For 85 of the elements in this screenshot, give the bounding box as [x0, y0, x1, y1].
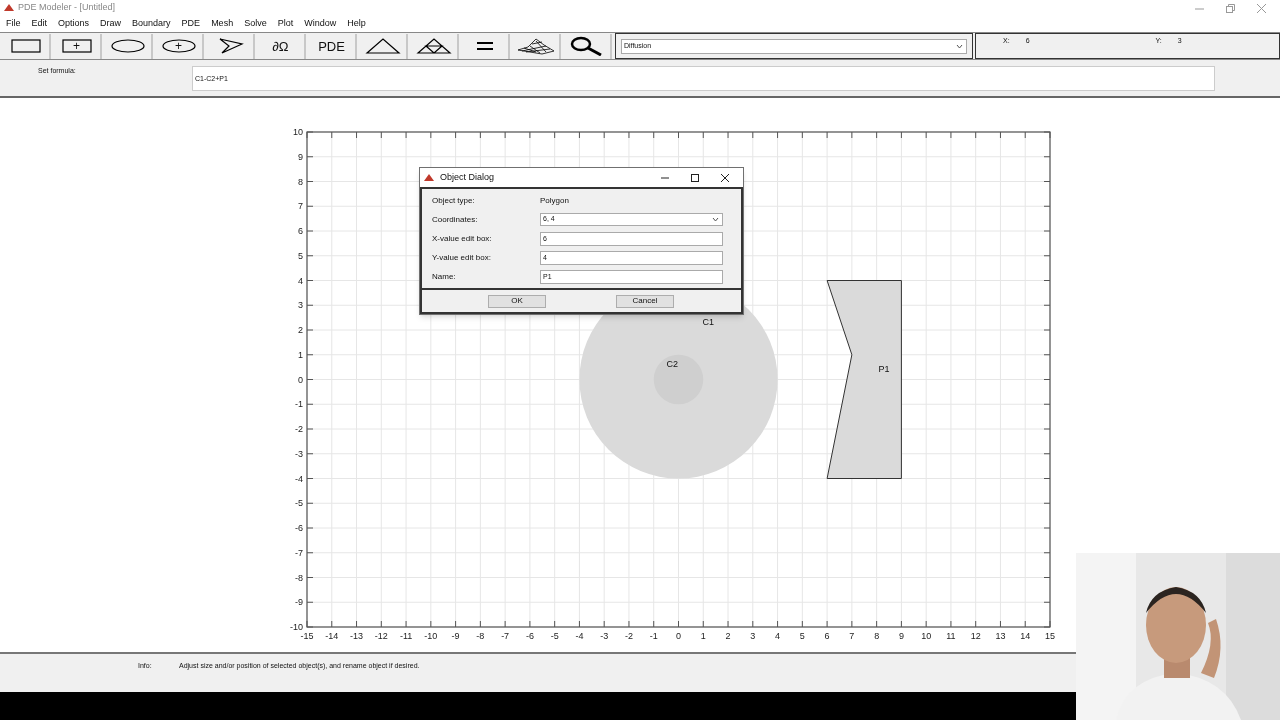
surface-plot-icon: [515, 36, 556, 56]
tick-label: 12: [970, 631, 981, 641]
cancel-button[interactable]: Cancel: [616, 294, 674, 308]
tick-label: 0: [298, 374, 303, 385]
tick-label: -13: [350, 631, 364, 641]
dialog-title: Object Dialog: [440, 170, 495, 184]
tick-label: 7: [849, 631, 855, 641]
tick-label: 4: [775, 631, 781, 641]
tick-label: -5: [550, 631, 559, 641]
tick-label: 6: [824, 631, 830, 641]
field-label: X-value edit box:: [432, 232, 493, 245]
menu-item[interactable]: PDE: [181, 17, 201, 31]
field-label: Object type:: [432, 194, 476, 207]
tick-label: -3: [295, 448, 303, 459]
tick-label: 10: [293, 127, 303, 137]
field-label: Name:: [432, 270, 457, 283]
restore-icon[interactable]: [1226, 3, 1235, 13]
tick-label: -6: [525, 631, 534, 641]
tick-label: 0: [676, 631, 681, 641]
field-label: Y-value edit box:: [432, 251, 492, 264]
shape-label: C2: [666, 359, 679, 370]
tick-label: -9: [451, 631, 460, 641]
tick-label: 1: [298, 349, 303, 360]
tick-label: 5: [298, 250, 303, 261]
tick-label: -4: [295, 473, 303, 484]
menu-item[interactable]: Help: [347, 17, 366, 31]
menu-item[interactable]: Mesh: [211, 17, 234, 31]
tick-label: 6: [298, 226, 303, 236]
tick-label: 3: [298, 300, 303, 311]
tick-label: -5: [295, 498, 303, 509]
tick-label: 9: [298, 151, 303, 162]
menu-item[interactable]: Plot: [277, 17, 294, 31]
app-icon: [424, 172, 434, 183]
chevron-down-icon: [711, 215, 720, 224]
tick-label: -3: [600, 631, 609, 641]
ok-button[interactable]: OK: [488, 294, 546, 308]
tick-label: -8: [295, 572, 303, 583]
maximize-icon[interactable]: [691, 173, 699, 182]
field-label: Coordinates:: [432, 213, 479, 226]
menu-item[interactable]: Edit: [31, 17, 48, 31]
menu-item[interactable]: Window: [304, 17, 337, 31]
menu-item[interactable]: Draw: [100, 17, 122, 31]
tick-label: 11: [946, 631, 956, 641]
tick-label: 13: [995, 631, 1006, 641]
tick-label: 2: [725, 631, 731, 641]
tick-label: -7: [295, 547, 303, 558]
tick-label: -8: [476, 631, 485, 641]
menu-item[interactable]: Boundary: [132, 17, 171, 31]
shape-label: P1: [878, 364, 890, 375]
tick-label: -2: [295, 424, 303, 434]
tick-label: -12: [374, 631, 388, 641]
tick-label: 5: [799, 631, 805, 641]
close-icon[interactable]: [721, 173, 729, 182]
tick-label: -4: [575, 631, 584, 641]
tick-label: -1: [649, 631, 658, 641]
tick-label: -9: [295, 597, 303, 608]
tick-label: 1: [700, 631, 706, 641]
tick-label: -10: [290, 622, 303, 632]
window-title: PDE Modeler - [Untitled]: [18, 1, 116, 15]
tick-label: 14: [1020, 631, 1031, 641]
tick-label: -1: [295, 399, 303, 410]
tick-label: 2: [298, 325, 303, 335]
menu-item[interactable]: File: [6, 17, 21, 31]
tick-label: 15: [1045, 631, 1055, 641]
menu-item[interactable]: Solve: [244, 17, 267, 31]
app-icon: [4, 3, 14, 13]
tick-label: -10: [424, 631, 438, 641]
tick-label: -2: [624, 631, 633, 641]
tick-label: -6: [295, 523, 303, 533]
object-type-value: Polygon: [540, 194, 569, 207]
refined-triangle-icon: [413, 36, 454, 56]
tick-label: -11: [399, 631, 413, 641]
tick-label: -7: [501, 631, 510, 641]
tick-label: -15: [300, 631, 314, 641]
shape-label: C1: [702, 317, 714, 328]
tick-label: 4: [298, 275, 303, 286]
tick-label: 8: [874, 631, 880, 641]
menu-item[interactable]: Options: [58, 17, 90, 31]
tick-label: 7: [298, 201, 303, 212]
triangle-icon: [362, 36, 403, 56]
tick-label: -14: [325, 631, 339, 641]
tick-label: 3: [750, 631, 756, 641]
tick-label: 10: [921, 631, 932, 641]
tick-label: 9: [898, 631, 904, 641]
tick-label: 8: [298, 176, 303, 187]
